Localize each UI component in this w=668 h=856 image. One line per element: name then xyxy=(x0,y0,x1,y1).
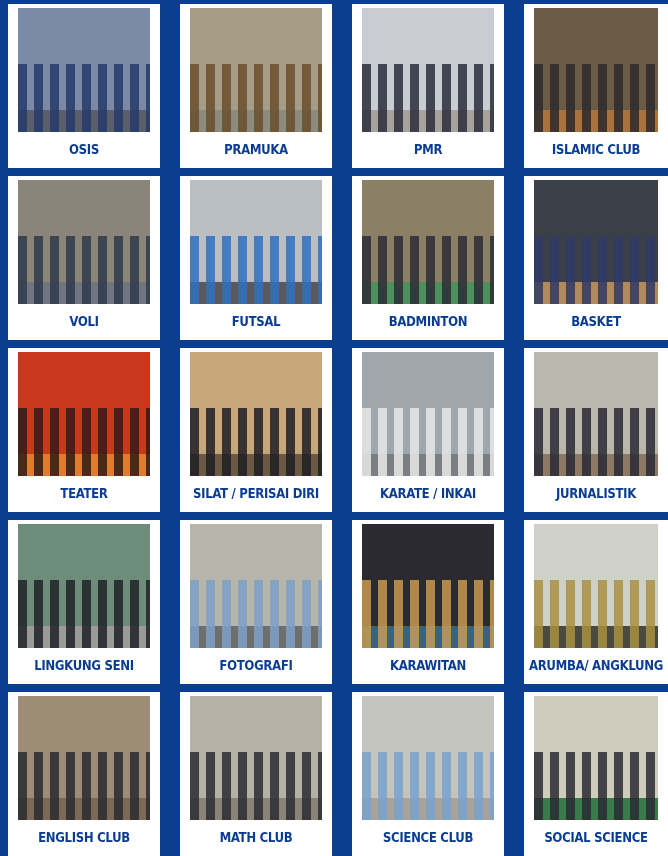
photo-people xyxy=(190,235,322,304)
club-name: OSIS xyxy=(69,142,99,158)
photo-people xyxy=(18,579,150,648)
photo-people xyxy=(362,751,494,820)
photo-people xyxy=(18,63,150,132)
club-card[interactable]: KARATE / INKAI xyxy=(352,348,504,512)
club-name: ENGLISH CLUB xyxy=(38,830,130,846)
club-name: SCIENCE CLUB xyxy=(382,830,474,846)
club-name: LINGKUNG SENI xyxy=(34,658,134,674)
club-card[interactable]: FOTOGRAFI xyxy=(180,520,332,684)
club-photo xyxy=(534,180,658,304)
photo-people xyxy=(362,235,494,304)
club-name: PMR xyxy=(413,142,443,158)
club-name: SOCIAL SCIENCE xyxy=(544,830,648,846)
club-photo xyxy=(362,524,494,648)
club-photo xyxy=(18,696,150,820)
club-card[interactable]: PMR xyxy=(352,4,504,168)
photo-people xyxy=(362,579,494,648)
photo-people xyxy=(190,407,322,476)
club-card[interactable]: SILAT / PERISAI DIRI xyxy=(180,348,332,512)
photo-people xyxy=(534,63,658,132)
club-photo xyxy=(362,352,494,476)
club-photo xyxy=(18,180,150,304)
club-name: ISLAMIC CLUB xyxy=(551,142,641,158)
photo-people xyxy=(534,579,658,648)
club-photo xyxy=(362,696,494,820)
photo-people xyxy=(534,407,658,476)
club-name: PRAMUKA xyxy=(224,142,288,158)
club-name: MATH CLUB xyxy=(219,830,293,846)
club-card[interactable]: MATH CLUB xyxy=(180,692,332,856)
club-photo xyxy=(534,352,658,476)
club-name: KARAWITAN xyxy=(390,658,466,674)
photo-people xyxy=(534,235,658,304)
club-name: BADMINTON xyxy=(388,314,468,330)
club-photo xyxy=(362,8,494,132)
club-name: JURNALISTIK xyxy=(555,486,636,502)
club-card[interactable]: JURNALISTIK xyxy=(524,348,668,512)
club-card[interactable]: ENGLISH CLUB xyxy=(8,692,160,856)
photo-people xyxy=(190,579,322,648)
club-name: BASKET xyxy=(571,314,621,330)
club-card[interactable]: SOCIAL SCIENCE xyxy=(524,692,668,856)
club-photo xyxy=(362,180,494,304)
club-photo xyxy=(18,524,150,648)
club-photo xyxy=(190,180,322,304)
club-name: TEATER xyxy=(60,486,108,502)
club-name: VOLI xyxy=(69,314,99,330)
club-card[interactable]: OSIS xyxy=(8,4,160,168)
club-card[interactable]: KARAWITAN xyxy=(352,520,504,684)
club-name: ARUMBA/ ANGKLUNG xyxy=(528,658,664,674)
club-photo xyxy=(534,524,658,648)
club-photo xyxy=(18,352,150,476)
photo-people xyxy=(190,63,322,132)
photo-people xyxy=(18,751,150,820)
photo-people xyxy=(362,63,494,132)
photo-people xyxy=(18,407,150,476)
club-name: FOTOGRAFI xyxy=(219,658,293,674)
club-photo xyxy=(190,696,322,820)
club-card[interactable]: SCIENCE CLUB xyxy=(352,692,504,856)
club-name: FUTSAL xyxy=(231,314,281,330)
club-photo xyxy=(534,8,658,132)
club-name: KARATE / INKAI xyxy=(380,486,476,502)
club-photo xyxy=(190,8,322,132)
club-card[interactable]: ISLAMIC CLUB xyxy=(524,4,668,168)
club-photo xyxy=(534,696,658,820)
club-card[interactable]: BADMINTON xyxy=(352,176,504,340)
club-card[interactable]: TEATER xyxy=(8,348,160,512)
club-card[interactable]: PRAMUKA xyxy=(180,4,332,168)
photo-people xyxy=(190,751,322,820)
club-card[interactable]: VOLI xyxy=(8,176,160,340)
club-name: SILAT / PERISAI DIRI xyxy=(193,486,319,502)
club-card[interactable]: FUTSAL xyxy=(180,176,332,340)
club-photo xyxy=(190,524,322,648)
club-photo xyxy=(190,352,322,476)
photo-people xyxy=(534,751,658,820)
photo-people xyxy=(18,235,150,304)
photo-people xyxy=(362,407,494,476)
club-card[interactable]: ARUMBA/ ANGKLUNG xyxy=(524,520,668,684)
club-card[interactable]: BASKET xyxy=(524,176,668,340)
club-photo xyxy=(18,8,150,132)
club-card[interactable]: LINGKUNG SENI xyxy=(8,520,160,684)
